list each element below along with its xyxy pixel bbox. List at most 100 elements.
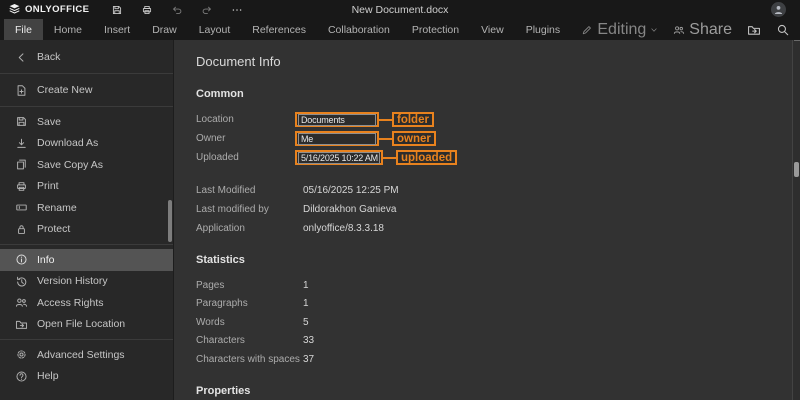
- sidebar-divider: [0, 73, 173, 74]
- sidebar-item-access-rights[interactable]: Access Rights: [0, 292, 173, 314]
- row-value: 37: [303, 354, 314, 365]
- sidebar-item-version-history[interactable]: Version History: [0, 271, 173, 293]
- menu-tabs: FileHomeInsertDrawLayoutReferencesCollab…: [4, 19, 571, 40]
- share-label: Share: [689, 21, 732, 39]
- info-row-application: Applicationonlyoffice/8.3.3.18: [196, 219, 770, 238]
- section-heading-common: Common: [196, 88, 770, 100]
- row-value: Dildorakhon Ganieva: [303, 204, 396, 215]
- sidebar-item-back[interactable]: Back: [0, 45, 173, 69]
- tab-draw[interactable]: Draw: [141, 19, 188, 40]
- sidebar-item-label: Open File Location: [37, 318, 125, 330]
- save-copy-icon: [15, 158, 28, 171]
- sidebar-item-label: Print: [37, 180, 59, 192]
- sidebar-item-protect[interactable]: Protect: [0, 219, 173, 241]
- content-scrollbar[interactable]: [792, 40, 800, 400]
- info-row-last-modified-by: Last modified byDildorakhon Ganieva: [196, 200, 770, 219]
- row-label: Last Modified: [196, 185, 303, 196]
- row-value: 33: [303, 335, 314, 346]
- editing-mode-dropdown[interactable]: Editing: [581, 21, 658, 39]
- sidebar-item-label: Protect: [37, 223, 70, 235]
- row-value: 5/16/2025 10:22 AM: [298, 152, 380, 164]
- tab-home[interactable]: Home: [43, 19, 93, 40]
- info-row-words: Words5: [196, 313, 770, 332]
- print-icon[interactable]: [141, 4, 153, 16]
- sidebar-item-print[interactable]: Print: [0, 176, 173, 198]
- page-title: Document Info: [196, 54, 770, 69]
- annotation-connector: [383, 157, 396, 159]
- annotation-label-folder: folder: [392, 112, 434, 127]
- sidebar-item-advanced-settings[interactable]: Advanced Settings: [0, 344, 173, 366]
- row-label: Location: [196, 114, 295, 125]
- info-icon: [15, 253, 28, 266]
- rename-icon: [15, 201, 28, 214]
- sidebar-divider: [0, 106, 173, 107]
- sidebar-item-label: Info: [37, 254, 55, 266]
- protect-icon: [15, 223, 28, 236]
- annotation-label-uploaded: uploaded: [396, 150, 457, 165]
- tab-plugins[interactable]: Plugins: [515, 19, 571, 40]
- tab-insert[interactable]: Insert: [93, 19, 141, 40]
- sidebar-item-help[interactable]: Help: [0, 366, 173, 388]
- content-scrollbar-corner: [794, 40, 800, 41]
- info-row-last-modified: Last Modified05/16/2025 12:25 PM: [196, 181, 770, 200]
- version-history-icon: [15, 275, 28, 288]
- menu-bar: FileHomeInsertDrawLayoutReferencesCollab…: [0, 19, 800, 40]
- sidebar-item-label: Save: [37, 116, 61, 128]
- person-icon: [773, 4, 784, 15]
- quick-access-toolbar: [111, 4, 243, 16]
- sidebar-divider: [0, 339, 173, 340]
- info-row-location: LocationDocuments folder: [196, 110, 770, 129]
- file-menu-sidebar: Back Create New Save Download AsSave Copy A…: [0, 40, 174, 400]
- sidebar-item-save[interactable]: Save: [0, 111, 173, 133]
- print-icon: [15, 180, 28, 193]
- redo-icon[interactable]: [201, 4, 213, 16]
- row-value: Documents: [298, 114, 376, 126]
- content-scrollbar-thumb[interactable]: [794, 162, 799, 177]
- row-value: 5: [303, 317, 309, 328]
- annotation-label-owner: owner: [392, 131, 436, 146]
- info-row-uploaded: Uploaded5/16/2025 10:22 AM uploaded: [196, 148, 770, 167]
- document-info-panel: Document Info Common LocationDocuments fo…: [174, 40, 800, 400]
- tab-protection[interactable]: Protection: [401, 19, 470, 40]
- more-icon[interactable]: [231, 4, 243, 16]
- annotation-box-uploaded: 5/16/2025 10:22 AM: [295, 150, 383, 165]
- pencil-icon: [581, 24, 593, 36]
- chevron-down-icon: [650, 26, 658, 34]
- search-icon[interactable]: [776, 23, 790, 37]
- save-icon[interactable]: [111, 4, 123, 16]
- sidebar-item-download-as[interactable]: Download As: [0, 133, 173, 155]
- sidebar-item-label: Version History: [37, 275, 108, 287]
- annotation-box-folder: Documents: [295, 112, 379, 127]
- share-button[interactable]: Share: [673, 21, 732, 39]
- tab-file[interactable]: File: [4, 19, 43, 40]
- save-icon: [15, 115, 28, 128]
- tab-layout[interactable]: Layout: [188, 19, 242, 40]
- sidebar-item-label: Create New: [37, 84, 92, 96]
- tab-collaboration[interactable]: Collaboration: [317, 19, 401, 40]
- sidebar-item-save-copy-as[interactable]: Save Copy As: [0, 154, 173, 176]
- tab-references[interactable]: References: [241, 19, 317, 40]
- annotation-connector: [379, 138, 392, 140]
- chevron-left-icon: [15, 51, 28, 64]
- row-label: Pages: [196, 280, 303, 291]
- sidebar-item-info[interactable]: Info: [0, 249, 173, 271]
- section-heading-statistics: Statistics: [196, 254, 770, 266]
- row-value: 05/16/2025 12:25 PM: [303, 185, 399, 196]
- sidebar-item-create-new[interactable]: Create New: [0, 78, 173, 102]
- sidebar-scrollbar-thumb[interactable]: [168, 200, 172, 242]
- brand-name: ONLYOFFICE: [25, 4, 89, 15]
- annotation-connector: [379, 119, 392, 121]
- sidebar-item-open-file-location[interactable]: Open File Location: [0, 314, 173, 336]
- sidebar-item-label: Back: [37, 51, 60, 63]
- row-label: Uploaded: [196, 152, 295, 163]
- editing-mode-label: Editing: [597, 21, 646, 39]
- row-value: 1: [303, 298, 309, 309]
- row-label: Words: [196, 317, 303, 328]
- section-heading-properties: Properties: [196, 385, 770, 397]
- tab-view[interactable]: View: [470, 19, 515, 40]
- sidebar-item-rename[interactable]: Rename: [0, 197, 173, 219]
- undo-icon[interactable]: [171, 4, 183, 16]
- open-file-location-icon[interactable]: [747, 23, 761, 37]
- user-avatar[interactable]: [771, 2, 786, 17]
- access-rights-icon: [15, 296, 28, 309]
